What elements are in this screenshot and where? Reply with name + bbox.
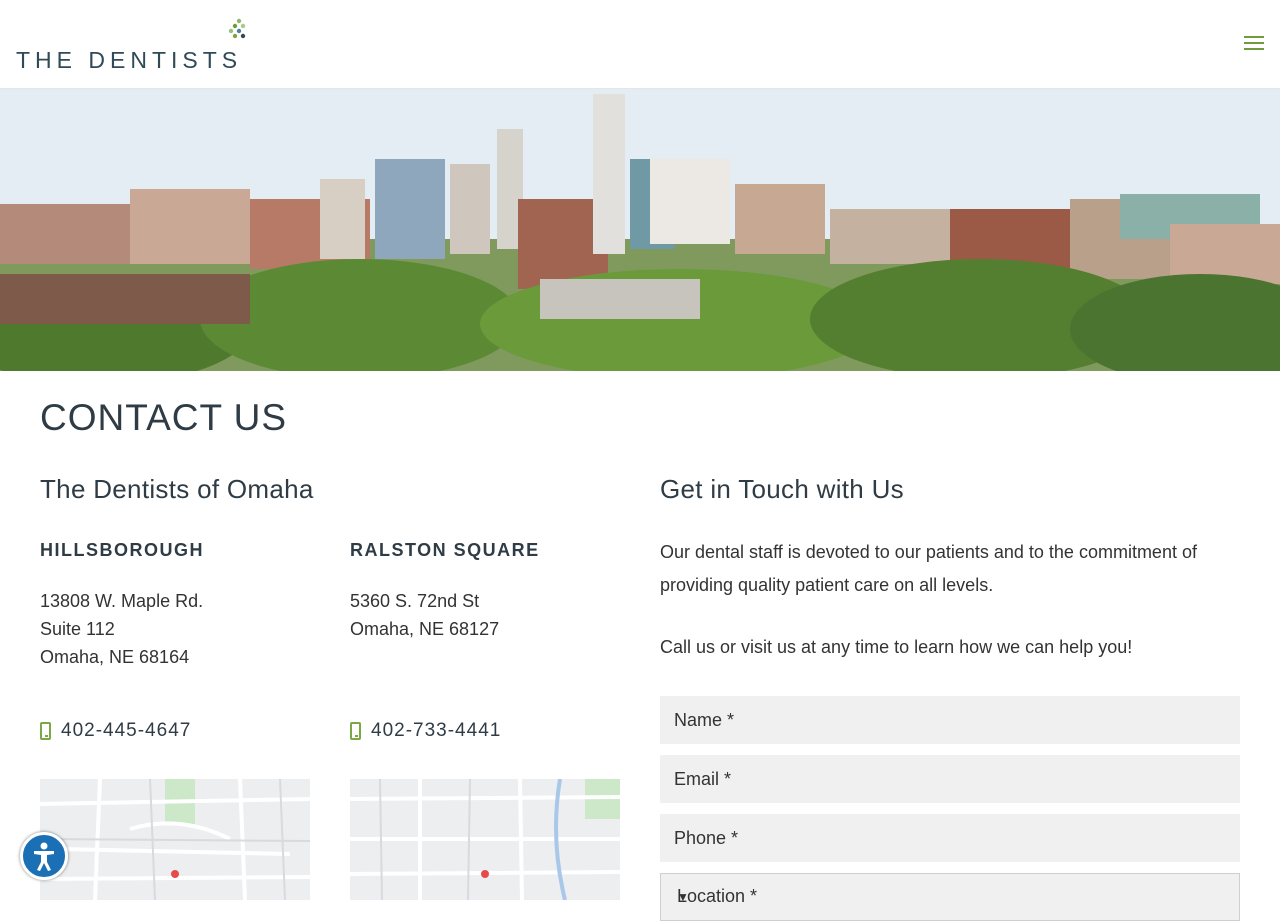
location-select[interactable]: Location * ▼ bbox=[660, 873, 1240, 921]
address-line: Suite 112 bbox=[40, 619, 115, 639]
map-ralston[interactable] bbox=[350, 779, 620, 900]
page-title: CONTACT US bbox=[40, 397, 288, 438]
locations-heading: The Dentists of Omaha bbox=[40, 474, 314, 504]
intro-paragraph: Our dental staff is devoted to our patie… bbox=[660, 542, 1197, 595]
site-logo[interactable]: THE DENTISTS bbox=[16, 18, 248, 74]
mobile-phone-icon bbox=[40, 722, 51, 740]
phone-number[interactable]: 402-445-4647 bbox=[61, 720, 191, 742]
hamburger-icon[interactable] bbox=[1244, 36, 1264, 52]
location-name-ralston: RALSTON SQUARE bbox=[350, 540, 540, 560]
skyline-illustration bbox=[0, 89, 1280, 371]
address-line: Omaha, NE 68164 bbox=[40, 647, 190, 667]
site-header: THE DENTISTS bbox=[0, 0, 1280, 89]
address-line: 5360 S. 72nd St bbox=[350, 591, 480, 611]
logo-dots-icon bbox=[228, 18, 246, 39]
accessibility-toolbar-button[interactable] bbox=[20, 832, 68, 880]
contact-heading: Get in Touch with Us bbox=[660, 474, 904, 504]
phone-number[interactable]: 402-733-4441 bbox=[371, 720, 501, 742]
address-ralston: 5360 S. 72nd St Omaha, NE 68127 bbox=[350, 587, 499, 643]
location-name-hillsborough: HILLSBOROUGH bbox=[40, 540, 204, 560]
chevron-down-icon: ▼ bbox=[677, 890, 689, 904]
address-hillsborough: 13808 W. Maple Rd. Suite 112 Omaha, NE 6… bbox=[40, 587, 203, 671]
mobile-phone-icon bbox=[350, 722, 361, 740]
address-line: 13808 W. Maple Rd. bbox=[40, 591, 204, 611]
hero-skyline-image bbox=[0, 89, 1280, 371]
email-input[interactable] bbox=[660, 755, 1240, 803]
map-hillsborough[interactable] bbox=[40, 779, 310, 900]
phone-link-hillsborough[interactable]: 402-445-4647 bbox=[40, 720, 191, 742]
phone-link-ralston[interactable]: 402-733-4441 bbox=[350, 720, 501, 742]
accessibility-icon bbox=[34, 842, 54, 871]
logo-text: THE DENTISTS bbox=[16, 47, 243, 73]
name-input[interactable] bbox=[660, 696, 1240, 744]
contact-intro: Our dental staff is devoted to our patie… bbox=[660, 536, 1240, 602]
phone-input[interactable] bbox=[660, 814, 1240, 862]
address-line: Omaha, NE 68127 bbox=[350, 619, 500, 639]
intro-paragraph-2: Call us or visit us at any time to learn… bbox=[660, 637, 1133, 657]
